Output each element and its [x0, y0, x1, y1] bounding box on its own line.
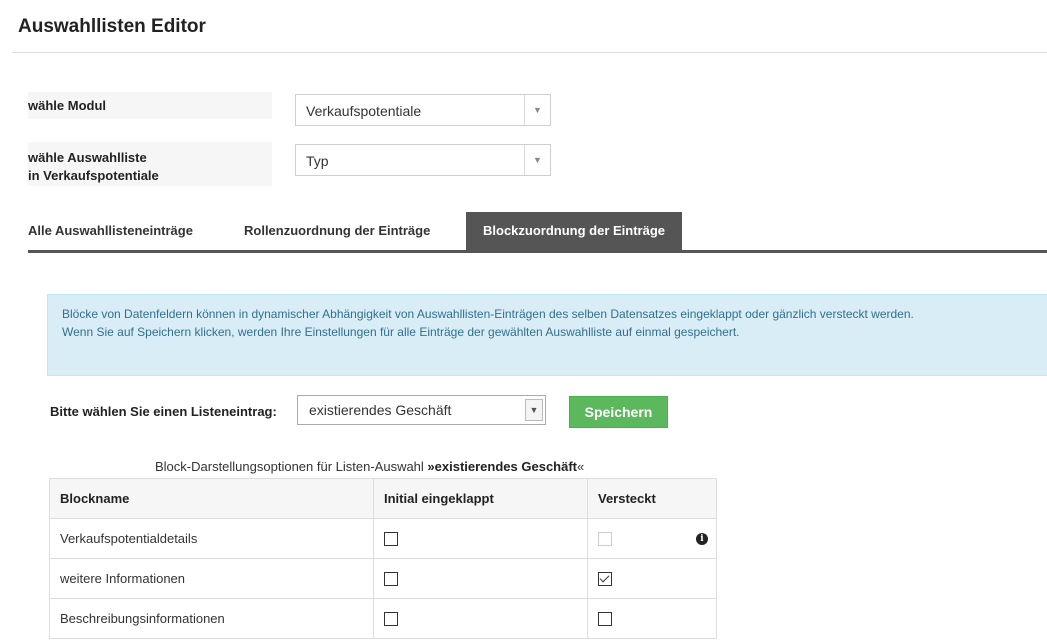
hidden-checkbox[interactable] [598, 572, 612, 587]
page: Auswahllisten Editor wähle Modul Verkauf… [0, 0, 1047, 643]
alert-line1: Blöcke von Datenfeldern können in dynami… [62, 307, 914, 321]
alert-line2: Wenn Sie auf Speichern klicken, werden I… [62, 325, 740, 339]
list-label-line2: in Verkaufspotentiale [28, 168, 159, 183]
row-collapsed-cell [373, 558, 588, 599]
tab-all-entries[interactable]: Alle Auswahllisteneinträge [28, 212, 193, 250]
info-icon[interactable]: i [696, 533, 708, 545]
chevron-down-icon: ▼ [524, 95, 550, 125]
block-table: Blockname Initial eingeklappt Versteckt … [49, 478, 717, 639]
entry-picker-label: Bitte wählen Sie einen Listeneintrag: [50, 404, 277, 419]
row-blockname: weitere Informationen [49, 558, 374, 599]
info-alert: Blöcke von Datenfeldern können in dynami… [47, 294, 1047, 376]
table-caption: Block-Darstellungsoptionen für Listen-Au… [155, 459, 584, 474]
collapsed-checkbox[interactable] [384, 612, 398, 627]
module-label: wähle Modul [28, 92, 272, 119]
chevron-down-icon: ▼ [524, 145, 550, 175]
list-label: wähle Auswahlliste in Verkaufspotentiale [28, 142, 272, 186]
row-blockname: Verkaufspotentialdetails [49, 518, 374, 559]
table-row: Beschreibungsinformationen [49, 598, 717, 639]
list-select-value: Typ [306, 153, 329, 169]
row-collapsed-cell [373, 518, 588, 559]
row-blockname: Beschreibungsinformationen [49, 598, 374, 639]
module-select-value: Verkaufspotentiale [306, 103, 422, 119]
entry-picker-value: existierendes Geschäft [309, 402, 452, 418]
collapsed-checkbox[interactable] [384, 532, 398, 547]
module-label-text: wähle Modul [28, 98, 106, 113]
row-collapsed-cell [373, 598, 588, 639]
hidden-checkbox [598, 532, 612, 547]
header-blockname: Blockname [49, 478, 374, 519]
table-row: weitere Informationen [49, 558, 717, 599]
save-button[interactable]: Speichern [569, 396, 668, 428]
entry-picker-select[interactable]: existierendes Geschäft ▼ [297, 395, 546, 425]
module-select[interactable]: Verkaufspotentiale ▼ [295, 94, 551, 126]
tab-block-assignment[interactable]: Blockzuordnung der Einträge [466, 212, 682, 250]
row-hidden-cell [587, 598, 717, 639]
row-hidden-cell: i [587, 518, 717, 559]
row-hidden-cell [587, 558, 717, 599]
table-header-row: Blockname Initial eingeklappt Versteckt [49, 478, 717, 519]
tab-underline [28, 250, 1047, 253]
divider [12, 52, 1047, 53]
header-collapsed: Initial eingeklappt [373, 478, 588, 519]
tab-role-assignment[interactable]: Rollenzuordnung der Einträge [244, 212, 430, 250]
collapsed-checkbox[interactable] [384, 572, 398, 587]
chevron-down-icon: ▼ [525, 399, 543, 421]
caption-prefix: Block-Darstellungsoptionen für Listen-Au… [155, 459, 428, 474]
caption-entry: »existierendes Geschäft [427, 459, 577, 474]
caption-suffix: « [577, 459, 585, 474]
table-row: Verkaufspotentialdetails i [49, 518, 717, 559]
list-select[interactable]: Typ ▼ [295, 144, 551, 176]
list-label-line1: wähle Auswahlliste [28, 150, 147, 165]
hidden-checkbox[interactable] [598, 612, 612, 627]
page-title: Auswahllisten Editor [18, 16, 206, 37]
header-hidden: Versteckt [587, 478, 717, 519]
